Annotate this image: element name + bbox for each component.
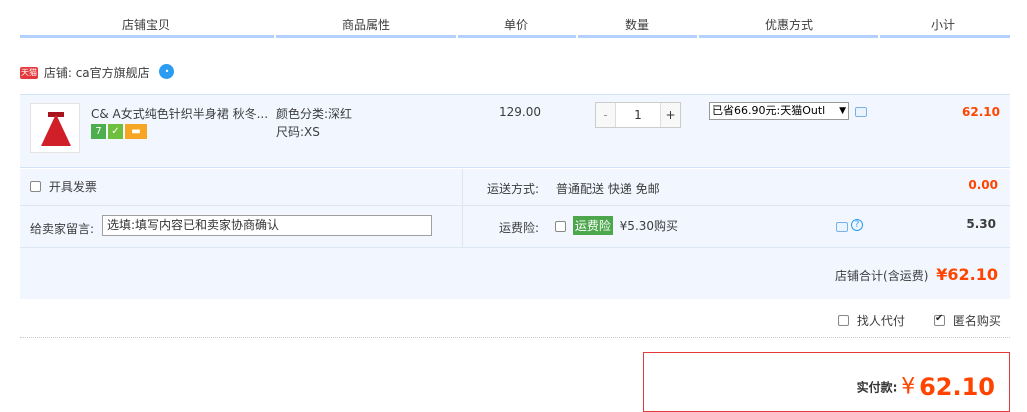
pay-for-me-option: 找人代付	[838, 312, 905, 329]
invoice-option: 开具发票	[30, 178, 97, 195]
cart-item-row: C& A女式纯色针织半身裙 秋冬... 7 ✓ ▬ 颜色分类:深红 尺码:XS 12…	[20, 94, 1010, 168]
shop-total-value: ¥62.10	[936, 265, 998, 284]
size-label: 尺码:	[276, 125, 305, 139]
shipping-method: 普通配送 快递 免邮	[556, 182, 660, 196]
qty-minus-button[interactable]: -	[596, 103, 616, 127]
credit-card-icon[interactable]: ▬	[125, 124, 147, 139]
help-icon[interactable]: ?	[851, 219, 863, 231]
col-attributes: 商品属性	[342, 18, 391, 32]
product-thumbnail[interactable]	[30, 103, 80, 153]
currency-symbol: ¥	[901, 374, 916, 400]
shop-name-link[interactable]: ca官方旗舰店	[76, 66, 150, 80]
qty-input[interactable]: 1	[616, 103, 660, 127]
promo-selected-value: 已省66.90元:天猫Outl	[712, 104, 826, 117]
insurance-chat-icon[interactable]	[836, 222, 848, 232]
col-discount: 优惠方式	[765, 18, 814, 32]
insurance-option: 运费险 ¥5.30购买	[555, 216, 678, 235]
guarantee-icon[interactable]: ✓	[108, 124, 123, 139]
size-value: XS	[304, 125, 320, 139]
insurance-price: ¥5.30购买	[619, 219, 679, 233]
anonymous-option: 匿名购买	[934, 312, 1001, 329]
anonymous-label: 匿名购买	[952, 314, 1001, 328]
pay-for-me-label: 找人代付	[856, 314, 905, 328]
shipping-cost: 0.00	[968, 178, 998, 192]
chevron-down-icon: ▼	[839, 106, 846, 116]
shop-row: 天猫 店铺: ca官方旗舰店 •	[20, 64, 175, 88]
insurance-tag: 运费险	[572, 216, 613, 235]
table-header: 店铺宝贝 商品属性 单价 数量 优惠方式 小计	[20, 0, 1010, 38]
color-value: 深红	[328, 107, 353, 121]
shipping-label: 运送方式:	[487, 182, 540, 196]
actual-payment-label: 实付款:	[856, 380, 898, 395]
qty-plus-button[interactable]: +	[660, 103, 680, 127]
actual-payment: 实付款: ¥ 62.10	[857, 373, 995, 401]
color-label: 颜色分类:	[276, 107, 329, 121]
insurance-cost: 5.30	[966, 217, 996, 231]
shop-total-label: 店铺合计(含运费)	[835, 269, 929, 283]
invoice-checkbox[interactable]	[30, 181, 41, 192]
payment-options-row: 找人代付 匿名购买	[20, 300, 1010, 338]
tmall-icon: 天猫	[20, 66, 38, 79]
service-badges: 7 ✓ ▬	[91, 124, 149, 139]
invoice-label: 开具发票	[48, 180, 97, 194]
unit-price: 129.00	[499, 105, 541, 119]
col-shop-item: 店铺宝贝	[122, 18, 171, 32]
col-subtotal: 小计	[931, 18, 956, 32]
item-subtotal: 62.10	[962, 105, 1000, 119]
promo-info-icon[interactable]	[855, 107, 867, 117]
col-unit-price: 单价	[504, 18, 529, 32]
quantity-stepper: - 1 +	[595, 102, 681, 128]
promo-select[interactable]: 已省66.90元:天猫Outl ▼	[709, 102, 849, 120]
product-title-link[interactable]: C& A女式纯色针织半身裙 秋冬...	[91, 105, 268, 122]
product-attributes: 颜色分类:深红 尺码:XS	[276, 105, 352, 141]
insurance-label: 运费险:	[499, 221, 540, 235]
pay-for-me-checkbox[interactable]	[838, 315, 849, 326]
col-quantity: 数量	[625, 18, 650, 32]
shop-label: 店铺:	[43, 66, 72, 80]
insurance-checkbox[interactable]	[555, 221, 566, 232]
order-options: 开具发票 运送方式: 普通配送 快递 免邮 0.00 给卖家留言: 选填:填写内…	[20, 169, 1010, 299]
seller-message-input[interactable]: 选填:填写内容已和卖家协商确认	[102, 215, 432, 236]
seven-day-return-icon[interactable]: 7	[91, 124, 106, 139]
actual-payment-amount: 62.10	[919, 373, 995, 401]
shop-total: 店铺合计(含运费) ¥62.10	[835, 265, 998, 284]
wangwang-chat-icon[interactable]: •	[159, 64, 175, 79]
payment-summary: 实付款: ¥ 62.10	[643, 352, 1010, 412]
message-label: 给卖家留言:	[30, 222, 95, 236]
anonymous-checkbox[interactable]	[934, 313, 945, 326]
